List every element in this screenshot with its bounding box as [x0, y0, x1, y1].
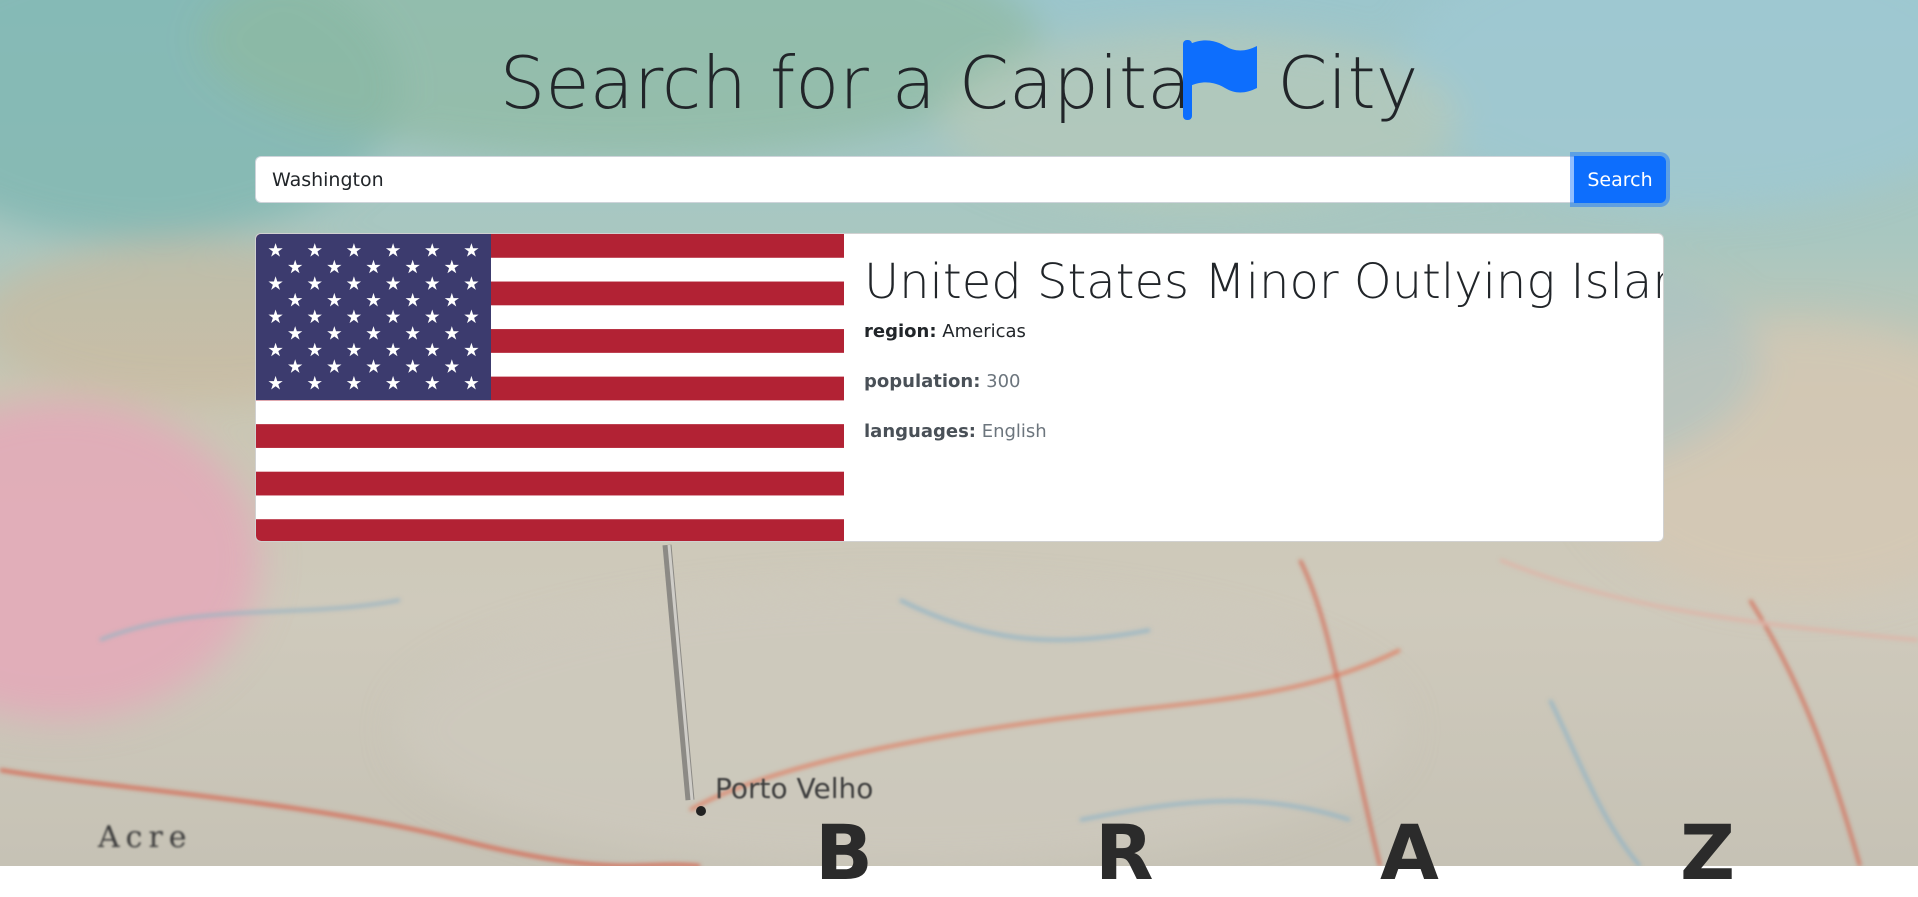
page-title-part-2: City	[1277, 41, 1419, 125]
us-flag-image	[256, 234, 844, 541]
page-title-part-1: Search for a Capita	[499, 41, 1192, 125]
search-input[interactable]	[255, 156, 1574, 203]
search-button[interactable]: Search	[1574, 156, 1666, 203]
map-label-acre: Acre	[98, 820, 193, 855]
country-name: United States Minor Outlying Islands	[864, 254, 1664, 310]
search-bar: Search	[255, 156, 1666, 203]
map-label-a: A	[1380, 808, 1439, 897]
country-result-card: United States Minor Outlying Islands reg…	[255, 233, 1664, 542]
map-label-z: Z	[1680, 808, 1736, 897]
population-label: population:	[864, 371, 981, 392]
page-title: Search for a Capita City	[0, 35, 1918, 131]
card-body: United States Minor Outlying Islands reg…	[844, 234, 1664, 541]
region-label: region:	[864, 321, 937, 342]
region-line: region: Americas	[864, 320, 1663, 344]
flag-icon	[1183, 40, 1258, 120]
languages-value: English	[981, 421, 1047, 442]
languages-label: languages:	[864, 421, 976, 442]
population-value: 300	[986, 371, 1021, 392]
map-label-r: R	[1095, 808, 1154, 897]
map-label-porto-velho: Porto Velho	[715, 772, 874, 805]
languages-line: languages: English	[864, 420, 1663, 444]
region-value: Americas	[942, 321, 1026, 342]
map-label-b: B	[815, 808, 873, 897]
population-line: population: 300	[864, 370, 1663, 394]
